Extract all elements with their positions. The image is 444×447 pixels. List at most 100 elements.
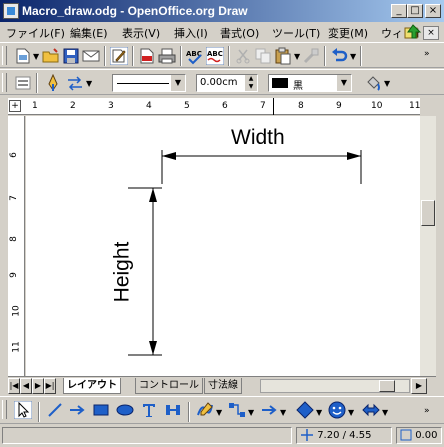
scroll-thumb[interactable]: [421, 200, 435, 226]
status-info: [2, 427, 292, 444]
arrow-style-icon[interactable]: [66, 74, 84, 92]
window-title: Macro_draw.odg - OpenOffice.org Draw: [22, 4, 248, 18]
ruler-label: 5: [184, 101, 190, 111]
scroll-thumb[interactable]: [379, 380, 395, 392]
line-style-select[interactable]: ▼: [112, 74, 186, 92]
first-tab-icon[interactable]: |◀: [8, 378, 20, 394]
last-tab-icon[interactable]: ▶|: [44, 378, 56, 394]
curve-tool-icon[interactable]: [196, 401, 214, 419]
line-color-select[interactable]: 黒 ▼: [268, 74, 352, 92]
area-fill-dropdown-chevron-down-icon[interactable]: ▼: [384, 79, 390, 88]
menu-edit[interactable]: 編集(E): [70, 25, 108, 41]
tab-dimension-lines[interactable]: 寸法線: [204, 378, 242, 394]
print-icon[interactable]: [158, 47, 176, 65]
save-icon[interactable]: [62, 47, 80, 65]
ruler-label: 2: [70, 101, 76, 111]
block-arrows-icon[interactable]: [362, 401, 380, 419]
undo-icon[interactable]: [330, 47, 348, 65]
menu-tools[interactable]: ツール(T): [272, 25, 320, 41]
spellcheck-icon[interactable]: ABC: [186, 47, 204, 65]
app-icon[interactable]: [3, 3, 19, 19]
ruler-label: 10: [371, 101, 383, 111]
ruler-label: 8: [8, 236, 19, 242]
chevron-down-icon[interactable]: ▼: [170, 75, 185, 91]
lines-arrows-tool-icon[interactable]: [260, 401, 278, 419]
tab-layout[interactable]: レイアウト: [63, 378, 121, 394]
new-dropdown-chevron-down-icon[interactable]: ▼: [33, 52, 39, 61]
ruler-label: 7: [260, 101, 266, 111]
layer-tab-bar: |◀ ◀ ▶ ▶| レイアウト コントロール 寸法線 ▶: [8, 376, 436, 394]
ruler-label: 8: [298, 101, 304, 111]
close-document-icon[interactable]: ×: [423, 26, 439, 40]
next-tab-icon[interactable]: ▶: [32, 378, 44, 394]
open-folder-icon[interactable]: [42, 47, 60, 65]
ruler-label: 9: [336, 101, 342, 111]
new-document-icon[interactable]: [14, 47, 32, 65]
block-arrows-dropdown-chevron-down-icon[interactable]: ▼: [382, 408, 388, 417]
vertical-ruler[interactable]: 6 7 8 9 10 11: [8, 116, 25, 376]
toolbar-grip: [2, 46, 7, 65]
spin-down-icon[interactable]: ▼: [245, 83, 257, 91]
toolbar-overflow-icon[interactable]: »: [424, 49, 430, 59]
clone-formatting-icon[interactable]: [302, 47, 320, 65]
ruler-label: 3: [108, 101, 114, 111]
connector-tool-icon[interactable]: [228, 401, 246, 419]
menu-modify[interactable]: 変更(M): [328, 25, 368, 41]
horizontal-ruler[interactable]: + 1 2 3 4 5 6 7 8 9 10 11: [8, 98, 436, 115]
tab-controls[interactable]: コントロール: [135, 378, 203, 394]
spin-up-icon[interactable]: ▲: [245, 75, 257, 83]
menu-view[interactable]: 表示(V): [122, 25, 160, 41]
paste-dropdown-chevron-down-icon[interactable]: ▼: [294, 52, 300, 61]
select-pointer-icon[interactable]: [14, 401, 32, 419]
size-value: 0.00 x 0: [415, 430, 441, 441]
width-dimension-line[interactable]: [161, 150, 362, 184]
tab-stop-toggle-icon[interactable]: +: [9, 100, 21, 112]
curve-dropdown-chevron-down-icon[interactable]: ▼: [216, 408, 222, 417]
scroll-right-icon[interactable]: ▶: [411, 378, 427, 394]
connector-dropdown-chevron-down-icon[interactable]: ▼: [248, 408, 254, 417]
line-width-value: 0.00cm: [200, 77, 238, 88]
area-fill-icon[interactable]: [364, 74, 382, 92]
callout-tool-icon[interactable]: [164, 401, 182, 419]
update-notification-icon[interactable]: [404, 24, 422, 40]
arrows-dropdown-chevron-down-icon[interactable]: ▼: [280, 408, 286, 417]
arrow-line-tool-icon[interactable]: [68, 401, 86, 419]
paste-icon[interactable]: [274, 47, 292, 65]
size-icon: [400, 429, 412, 441]
arrow-style-dropdown-chevron-down-icon[interactable]: ▼: [86, 79, 92, 88]
minimize-button[interactable]: _: [391, 4, 407, 18]
edit-file-icon[interactable]: [110, 47, 128, 65]
copy-icon[interactable]: [254, 47, 272, 65]
position-value: 7.20 / 4.55: [317, 430, 372, 441]
menu-format[interactable]: 書式(O): [220, 25, 259, 41]
symbol-shapes-dropdown-chevron-down-icon[interactable]: ▼: [348, 408, 354, 417]
line-tool-icon[interactable]: [46, 401, 64, 419]
auto-spellcheck-icon[interactable]: ABC: [206, 47, 224, 65]
toolbar-overflow-icon[interactable]: »: [424, 406, 430, 416]
cut-icon[interactable]: [234, 47, 252, 65]
styles-icon[interactable]: [14, 74, 32, 92]
menu-insert[interactable]: 挿入(I): [174, 25, 208, 41]
ellipse-tool-icon[interactable]: [116, 401, 134, 419]
line-icon[interactable]: [44, 74, 62, 92]
chevron-down-icon[interactable]: ▼: [336, 75, 351, 91]
line-width-field[interactable]: 0.00cm ▲ ▼: [196, 74, 258, 92]
symbol-shapes-icon[interactable]: [328, 401, 346, 419]
email-icon[interactable]: [82, 47, 100, 65]
horizontal-scrollbar[interactable]: [260, 379, 410, 393]
ruler-label: 7: [8, 195, 19, 201]
prev-tab-icon[interactable]: ◀: [20, 378, 32, 394]
text-tool-icon[interactable]: [140, 401, 158, 419]
export-pdf-icon[interactable]: [138, 47, 156, 65]
ruler-label: 1: [32, 101, 38, 111]
height-label: Height: [110, 241, 134, 303]
drawing-canvas[interactable]: Width Height: [26, 116, 420, 376]
basic-shapes-icon[interactable]: [296, 401, 314, 419]
vertical-scrollbar[interactable]: [420, 116, 436, 376]
maximize-button[interactable]: □: [407, 4, 423, 18]
close-button[interactable]: ×: [425, 4, 441, 18]
rectangle-tool-icon[interactable]: [92, 401, 110, 419]
basic-shapes-dropdown-chevron-down-icon[interactable]: ▼: [316, 408, 322, 417]
menu-file[interactable]: ファイル(F): [6, 25, 65, 41]
undo-dropdown-chevron-down-icon[interactable]: ▼: [350, 52, 356, 61]
